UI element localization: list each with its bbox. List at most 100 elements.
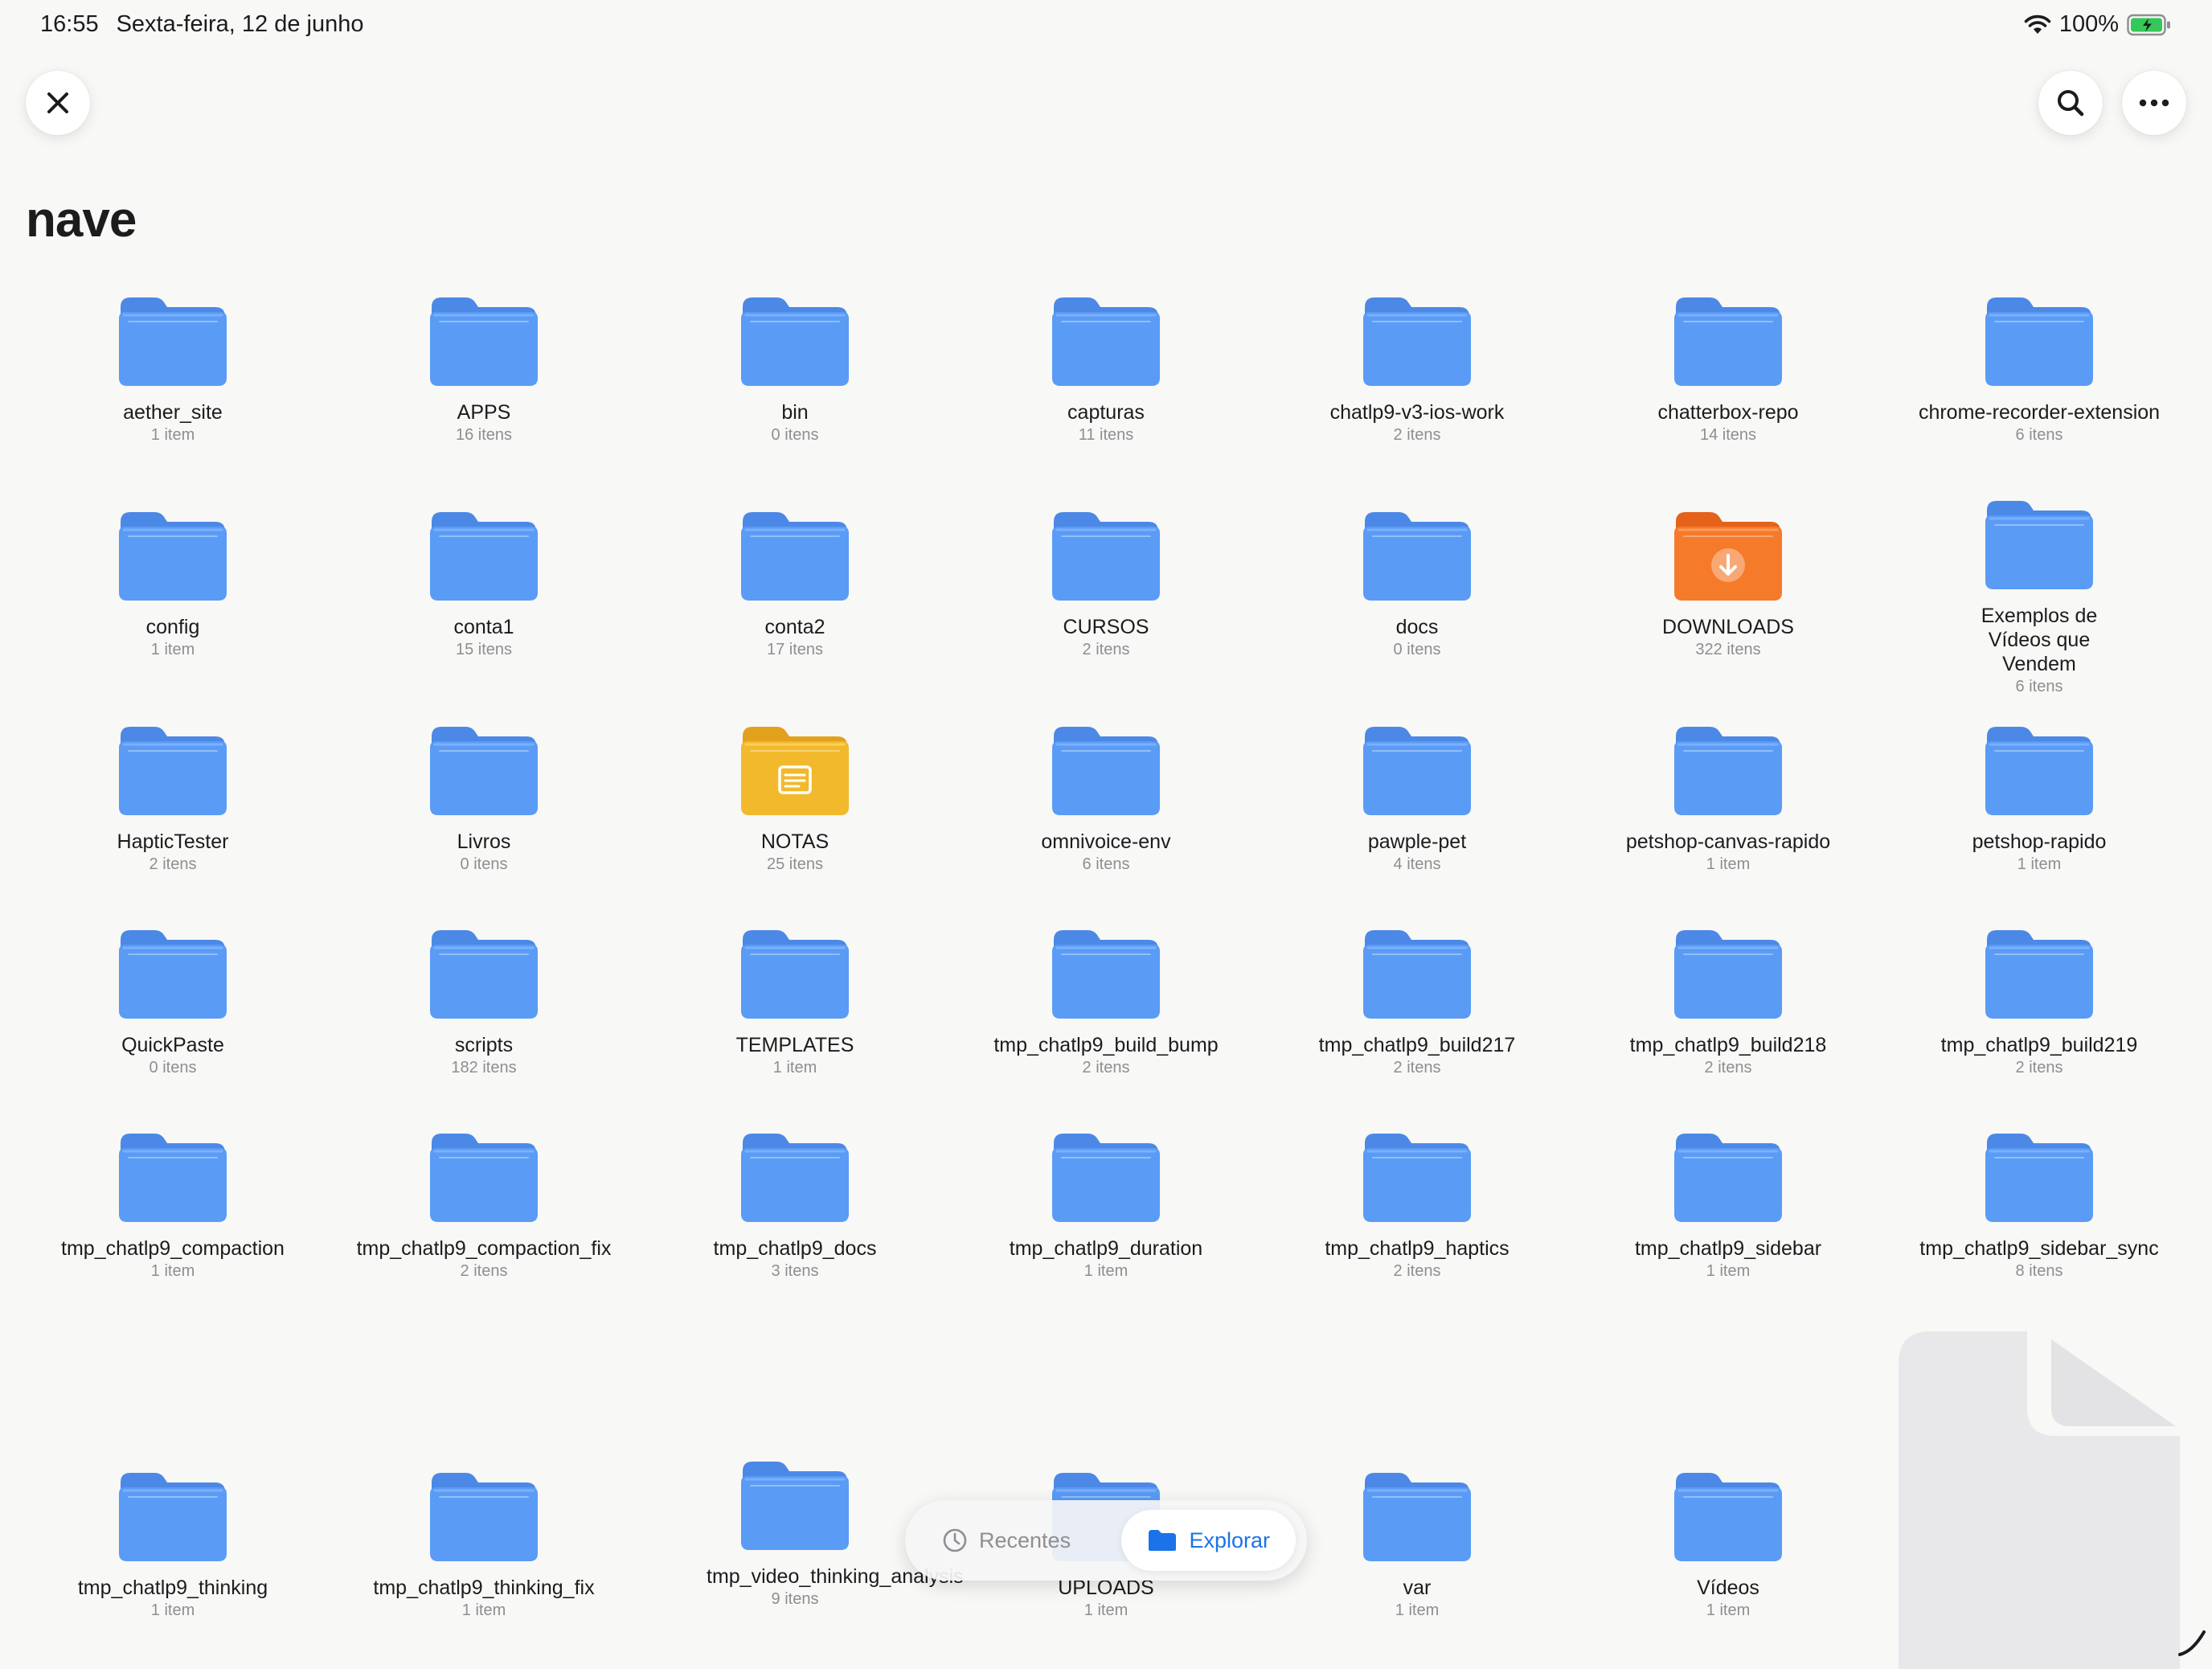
folder-item-count: 0 itens — [771, 426, 819, 444]
folder-item-count: 0 itens — [460, 855, 508, 873]
folder-name: tmp_chatlp9_sidebar_sync — [1919, 1237, 2159, 1260]
folder-item-count: 322 itens — [1695, 641, 1761, 658]
folder-name: chatlp9-v3-ios-work — [1329, 401, 1505, 424]
folder-petshop-rapido[interactable]: petshop-rapido 1 item — [1886, 719, 2192, 874]
folder-tmp-chatlp9-compaction-fix[interactable]: tmp_chatlp9_compaction_fix 2 itens — [331, 1126, 637, 1281]
folder-scripts[interactable]: scripts 182 itens — [331, 922, 637, 1077]
page-title: nave — [26, 192, 137, 248]
folder-name: aether_site — [123, 401, 223, 424]
folder-tmp-chatlp9-duration[interactable]: tmp_chatlp9_duration 1 item — [953, 1126, 1259, 1281]
folder-item-count: 6 itens — [1082, 855, 1130, 873]
more-options-button[interactable] — [2122, 71, 2186, 135]
folder-item-count: 14 itens — [1699, 426, 1757, 444]
folder-name: pawple-pet — [1367, 830, 1467, 853]
folder-name: chatterbox-repo — [1657, 401, 1799, 424]
folder-item-count: 3 itens — [771, 1262, 819, 1280]
folder-item-count: 1 item — [150, 1601, 195, 1619]
folder-name: docs — [1395, 616, 1439, 638]
folder-tmp-chatlp9-sidebar[interactable]: tmp_chatlp9_sidebar 1 item — [1575, 1126, 1881, 1281]
folder-cursos[interactable]: CURSOS 2 itens — [953, 504, 1259, 659]
folder-item-count: 0 itens — [1393, 641, 1441, 658]
folder-item-count: 1 item — [1083, 1262, 1129, 1280]
folder-item-count: 1 item — [150, 426, 195, 444]
folder-icon — [1046, 289, 1166, 391]
folder-icon — [1668, 1465, 1788, 1566]
folder-icon — [113, 719, 233, 820]
folder-conta2[interactable]: conta2 17 itens — [642, 504, 948, 659]
folder-tmp-chatlp9-haptics[interactable]: tmp_chatlp9_haptics 2 itens — [1264, 1126, 1570, 1281]
folder-icon — [424, 504, 544, 605]
folder-name: tmp_chatlp9_build218 — [1629, 1034, 1827, 1056]
folder-docs[interactable]: docs 0 itens — [1264, 504, 1570, 659]
folder-conta1[interactable]: conta1 15 itens — [331, 504, 637, 659]
folder-name: tmp_chatlp9_build217 — [1318, 1034, 1516, 1056]
folder-apps[interactable]: APPS 16 itens — [331, 289, 637, 445]
folder-name: tmp_chatlp9_haptics — [1325, 1237, 1509, 1260]
folder-bin[interactable]: bin 0 itens — [642, 289, 948, 445]
folder-name: petshop-canvas-rapido — [1625, 830, 1831, 853]
folder-item-count: 1 item — [772, 1059, 817, 1076]
folder-icon — [1668, 504, 1788, 605]
folder-icon — [1357, 1465, 1477, 1566]
folder-icon — [1979, 493, 2099, 594]
folder-item-count: 6 itens — [2015, 426, 2063, 444]
folder-tmp-chatlp9-build219[interactable]: tmp_chatlp9_build219 2 itens — [1886, 922, 2192, 1077]
folder-haptictester[interactable]: HapticTester 2 itens — [20, 719, 326, 874]
folder-name: NOTAS — [760, 830, 830, 853]
folder-item-count: 2 itens — [460, 1262, 508, 1280]
folder-icon — [424, 289, 544, 391]
folder-notas[interactable]: NOTAS 25 itens — [642, 719, 948, 874]
folder-icon — [735, 289, 855, 391]
folder-icon — [424, 922, 544, 1023]
folder-config[interactable]: config 1 item — [20, 504, 326, 659]
folder-tmp-video-thinking-analysis[interactable]: tmp_video_thinking_analysis 9 itens — [642, 1454, 964, 1609]
folder-tmp-chatlp9-thinking[interactable]: tmp_chatlp9_thinking 1 item — [20, 1465, 326, 1620]
folder-var[interactable]: var 1 item — [1264, 1465, 1570, 1620]
folder-name: tmp_chatlp9_compaction_fix — [356, 1237, 612, 1260]
search-icon — [2058, 90, 2084, 117]
folder-tmp-chatlp9-build217[interactable]: tmp_chatlp9_build217 2 itens — [1264, 922, 1570, 1077]
folder-name: CURSOS — [1063, 616, 1149, 638]
folder-item-count: 2 itens — [1393, 1262, 1441, 1280]
tab-explorar[interactable]: Explorar — [1121, 1510, 1296, 1571]
folder-tmp-chatlp9-build-bump[interactable]: tmp_chatlp9_build_bump 2 itens — [953, 922, 1259, 1077]
folder-templates[interactable]: TEMPLATES 1 item — [642, 922, 948, 1077]
folder-icon — [1046, 719, 1166, 820]
folder-icon — [424, 1126, 544, 1227]
search-button[interactable] — [2038, 71, 2103, 135]
folder-omnivoice-env[interactable]: omnivoice-env 6 itens — [953, 719, 1259, 874]
folder-petshop-canvas-rapido[interactable]: petshop-canvas-rapido 1 item — [1575, 719, 1881, 874]
folder-v-deos[interactable]: Vídeos 1 item — [1575, 1465, 1881, 1620]
folder-name: tmp_video_thinking_analysis — [707, 1565, 964, 1588]
tab-recentes[interactable]: Recentes — [920, 1510, 1093, 1571]
folder-chatlp9-v3-ios-work[interactable]: chatlp9-v3-ios-work 2 itens — [1264, 289, 1570, 445]
folder-capturas[interactable]: capturas 11 itens — [953, 289, 1259, 445]
folder-tmp-chatlp9-compaction[interactable]: tmp_chatlp9_compaction 1 item — [20, 1126, 326, 1281]
folder-name: conta2 — [764, 616, 825, 638]
folder-name: tmp_chatlp9_build219 — [1940, 1034, 2138, 1056]
folder-tmp-chatlp9-docs[interactable]: tmp_chatlp9_docs 3 itens — [642, 1126, 948, 1281]
close-button[interactable] — [26, 71, 90, 135]
folder-chrome-recorder-extension[interactable]: chrome-recorder-extension 6 itens — [1886, 289, 2192, 445]
folder-quickpaste[interactable]: QuickPaste 0 itens — [20, 922, 326, 1077]
folder-tmp-chatlp9-thinking-fix[interactable]: tmp_chatlp9_thinking_fix 1 item — [331, 1465, 637, 1620]
folder-downloads[interactable]: DOWNLOADS 322 itens — [1575, 504, 1881, 659]
folder-name: var — [1403, 1577, 1432, 1599]
folder-icon — [1668, 922, 1788, 1023]
folder-item-count: 17 itens — [766, 641, 824, 658]
folder-chatterbox-repo[interactable]: chatterbox-repo 14 itens — [1575, 289, 1881, 445]
folder-item-count: 2 itens — [149, 855, 197, 873]
tab-explorar-label: Explorar — [1189, 1528, 1270, 1552]
folder-pawple-pet[interactable]: pawple-pet 4 itens — [1264, 719, 1570, 874]
folder-name: scripts — [454, 1034, 514, 1056]
folder-exemplos-de-v-deos-que-vendem[interactable]: Exemplos de Vídeos que Vendem 6 itens — [1886, 493, 2192, 696]
folder-icon — [1357, 922, 1477, 1023]
folder-item-count: 1 item — [1706, 1601, 1751, 1619]
folder-item-count: 2 itens — [1393, 426, 1441, 444]
folder-aether-site[interactable]: aether_site 1 item — [20, 289, 326, 445]
folder-livros[interactable]: Livros 0 itens — [331, 719, 637, 874]
folder-name: tmp_chatlp9_thinking — [77, 1577, 268, 1599]
folder-item-count: 182 itens — [451, 1059, 517, 1076]
folder-tmp-chatlp9-sidebar-sync[interactable]: tmp_chatlp9_sidebar_sync 8 itens — [1886, 1126, 2192, 1281]
folder-tmp-chatlp9-build218[interactable]: tmp_chatlp9_build218 2 itens — [1575, 922, 1881, 1077]
